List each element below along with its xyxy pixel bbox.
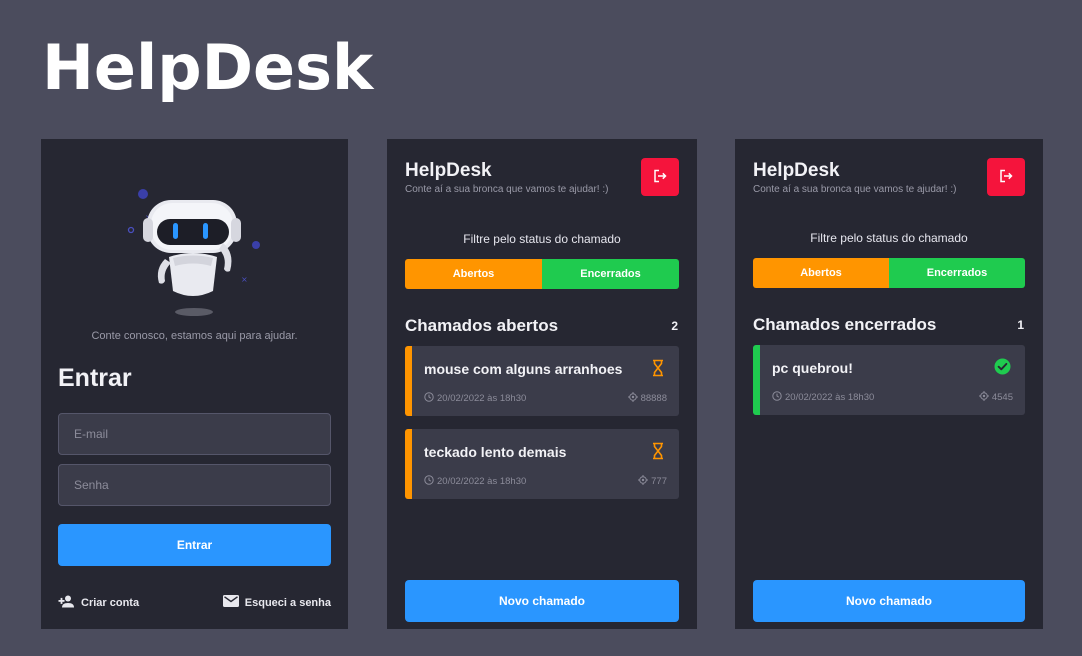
hourglass-icon [650, 359, 666, 377]
app-title: HelpDesk [405, 160, 492, 181]
create-account-link[interactable]: Criar conta [58, 595, 139, 611]
svg-text:×: × [241, 275, 248, 284]
list-heading: Chamados abertos [405, 316, 559, 335]
ticket-title: teckado lento demais [424, 444, 567, 460]
filter-label: Filtre pelo status do chamado [463, 232, 621, 246]
filter-open-button[interactable]: Abertos [753, 258, 889, 288]
status-filter: Abertos Encerrados [405, 259, 679, 289]
status-filter: Abertos Encerrados [753, 258, 1025, 288]
ticket-id: 88888 [627, 392, 667, 405]
open-tickets-screen: HelpDesk Conte aí a sua bronca que vamos… [387, 139, 697, 629]
ticket-date: 20/02/2022 às 18h30 [772, 391, 874, 404]
ticket-id-text: 88888 [640, 393, 667, 404]
login-screen: × × Conte conosco, estamos aqui para aju… [41, 139, 348, 629]
email-field[interactable] [58, 413, 331, 455]
login-title: Entrar [58, 364, 132, 392]
app-subtitle: Conte aí a sua bronca que vamos te ajuda… [405, 184, 609, 195]
ticket-card[interactable]: pc quebrou! 20/02/2022 às 18h30 4545 [753, 345, 1025, 415]
ticket-id-text: 777 [651, 476, 667, 487]
add-user-icon [58, 595, 75, 611]
ticket-card[interactable]: teckado lento demais 20/02/2022 às 18h30… [405, 429, 679, 499]
ticket-date: 20/02/2022 às 18h30 [424, 475, 526, 488]
forgot-password-label: Esqueci a senha [244, 596, 331, 609]
brand-title: HelpDesk [42, 31, 374, 104]
forgot-password-link[interactable]: Esqueci a senha [222, 595, 331, 610]
status-stripe [405, 346, 412, 416]
robot-illustration: × × [127, 183, 263, 317]
app-subtitle: Conte aí a sua bronca que vamos te ajuda… [753, 184, 957, 195]
ticket-card[interactable]: mouse com alguns arranhoes 20/02/2022 às… [405, 346, 679, 416]
filter-label: Filtre pelo status do chamado [810, 231, 968, 245]
password-field[interactable] [58, 464, 331, 506]
filter-closed-button[interactable]: Encerrados [889, 258, 1025, 288]
target-icon [627, 392, 638, 405]
list-heading: Chamados encerrados [753, 315, 937, 334]
check-circle-icon [994, 358, 1012, 376]
closed-tickets-screen: HelpDesk Conte aí a sua bronca que vamos… [735, 139, 1043, 629]
ticket-id-text: 4545 [991, 392, 1013, 403]
status-stripe [405, 429, 412, 499]
logout-icon [999, 169, 1013, 186]
ticket-id: 4545 [978, 391, 1013, 404]
target-icon [638, 475, 649, 488]
create-account-label: Criar conta [81, 597, 140, 609]
logout-button[interactable] [641, 158, 679, 196]
status-stripe [753, 345, 760, 415]
ticket-count: 1 [1017, 318, 1024, 332]
login-tagline: Conte conosco, estamos aqui para ajudar. [91, 330, 298, 342]
ticket-title: pc quebrou! [772, 360, 853, 376]
ticket-date-text: 20/02/2022 às 18h30 [437, 393, 527, 404]
new-ticket-button[interactable]: Novo chamado [753, 580, 1025, 622]
clock-icon [424, 392, 434, 405]
ticket-date: 20/02/2022 às 18h30 [424, 392, 526, 405]
new-ticket-button[interactable]: Novo chamado [405, 580, 679, 622]
ticket-date-text: 20/02/2022 às 18h30 [785, 392, 875, 403]
clock-icon [772, 391, 782, 404]
logout-icon [653, 169, 667, 186]
login-button[interactable]: Entrar [58, 524, 331, 566]
clock-icon [424, 475, 434, 488]
filter-open-button[interactable]: Abertos [405, 259, 542, 289]
logout-button[interactable] [987, 158, 1025, 196]
ticket-id: 777 [638, 475, 667, 488]
app-title: HelpDesk [753, 160, 840, 181]
target-icon [978, 391, 989, 404]
hourglass-icon [650, 442, 666, 460]
ticket-title: mouse com alguns arranhoes [424, 361, 623, 377]
ticket-date-text: 20/02/2022 às 18h30 [437, 476, 527, 487]
filter-closed-button[interactable]: Encerrados [542, 259, 679, 289]
ticket-count: 2 [671, 319, 678, 333]
mail-icon [222, 595, 239, 610]
